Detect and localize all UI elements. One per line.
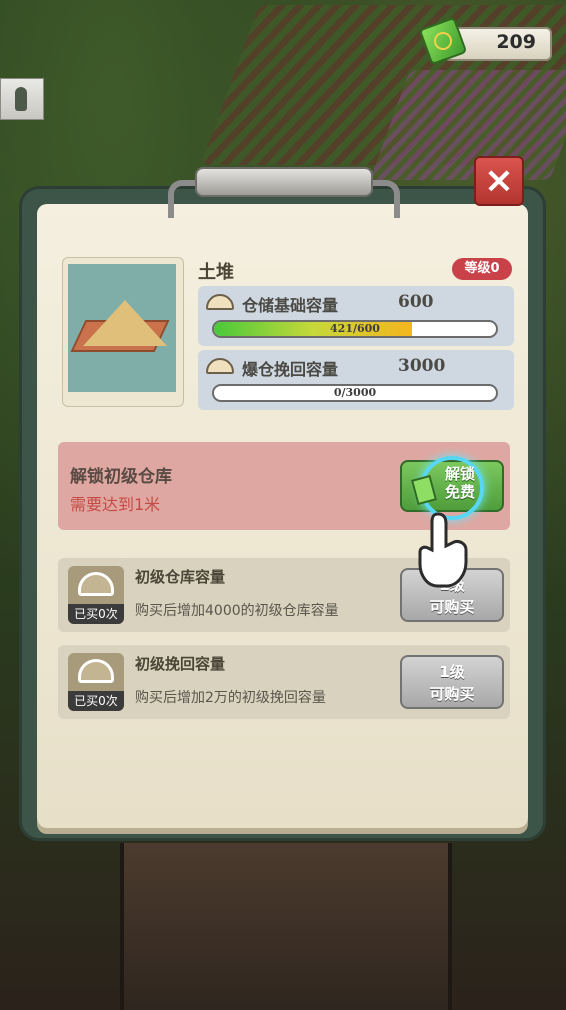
- level-badge: 等级0: [452, 258, 512, 280]
- stat-row-recovery: 爆仓挽回容量 3000 0/3000: [198, 350, 514, 410]
- buy-level: 1级: [439, 663, 465, 681]
- unlock-line2: 免费: [444, 483, 475, 501]
- clip-top: [195, 167, 373, 197]
- stat-label: 爆仓挽回容量: [242, 360, 339, 379]
- upgrade-row: 已买0次 初级挽回容量 购买后增加2万的初级挽回容量 1级 可购买: [58, 645, 510, 719]
- progress-bar: 0/3000: [212, 384, 498, 402]
- buy-label: 可购买: [429, 685, 475, 703]
- avatar[interactable]: [0, 78, 44, 120]
- progress-bar: 421/600: [212, 320, 498, 338]
- bought-count: 已买0次: [68, 691, 124, 711]
- progress-text: 0/3000: [333, 386, 377, 399]
- upgrade-description: 购买后增加4000的初级仓库容量: [135, 603, 339, 619]
- upgrade-icon-box: 已买0次: [68, 566, 124, 624]
- buy-label: 可购买: [429, 598, 475, 616]
- progress-text: 421/600: [330, 322, 380, 335]
- unlock-line1: 解锁: [444, 465, 475, 483]
- buy-button[interactable]: 1级 可购买: [400, 655, 504, 709]
- board-stand: [120, 843, 452, 1010]
- unlock-title: 解锁初级仓库: [70, 467, 172, 487]
- upgrade-description: 购买后增加2万的初级挽回容量: [135, 690, 326, 706]
- unlock-button-label: 解锁 免费: [430, 465, 490, 501]
- tap-hand-icon: [418, 512, 468, 588]
- stat-value: 3000: [398, 356, 446, 376]
- close-button[interactable]: ×: [474, 156, 524, 206]
- unlock-button[interactable]: 解锁 免费: [400, 456, 504, 520]
- sand-pile-icon: [83, 300, 167, 346]
- stat-value: 600: [398, 292, 434, 312]
- upgrade-title: 初级挽回容量: [135, 655, 226, 673]
- item-name: 土堆: [198, 262, 234, 283]
- upgrade-icon-box: 已买0次: [68, 653, 124, 711]
- bought-count: 已买0次: [68, 604, 124, 624]
- stat-row-storage: 仓储基础容量 600 421/600: [198, 286, 514, 346]
- sand-pile-icon: [206, 358, 234, 374]
- upgrade-title: 初级仓库容量: [135, 568, 226, 586]
- money-value: 209: [496, 31, 536, 53]
- sand-pile-icon: [78, 572, 114, 596]
- sand-pile-icon: [206, 294, 234, 310]
- unlock-subtitle: 需要达到1米: [70, 495, 161, 514]
- sand-pile-icon: [78, 659, 114, 683]
- stat-label: 仓储基础容量: [242, 296, 339, 315]
